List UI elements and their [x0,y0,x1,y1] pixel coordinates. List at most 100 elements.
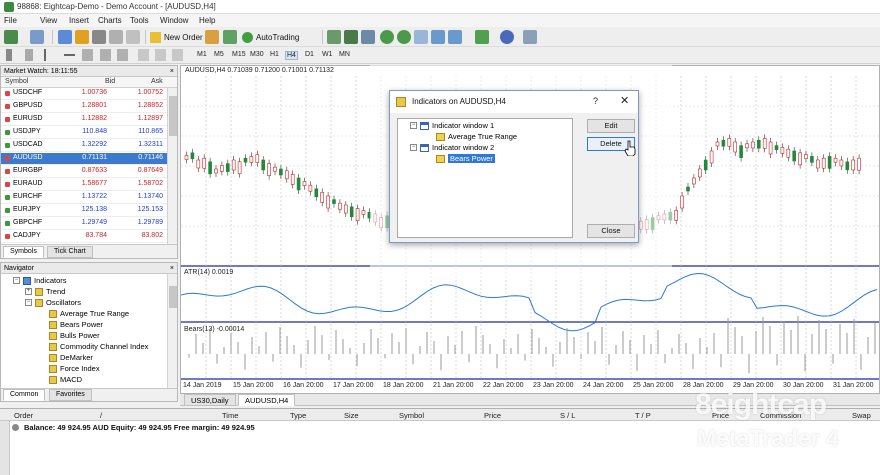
market-watch-scrollbar[interactable] [167,88,177,244]
close-icon[interactable]: × [170,66,174,77]
market-watch-row[interactable]: EURJPY 125.138 125.153 [1,205,167,217]
collapse-icon[interactable]: − [25,299,32,306]
market-watch-row[interactable]: CADJPY 83.784 83.802 [1,231,167,243]
terminal-icon[interactable] [109,30,123,44]
templates-icon[interactable] [523,30,537,44]
timeframe-h4[interactable]: H4 [285,51,298,60]
data-window-icon[interactable] [92,30,106,44]
autotrading-button[interactable]: AutoTrading [240,30,318,45]
nav-item-average-true-range[interactable]: Average True Range [49,309,129,320]
market-watch-row[interactable]: EURCHF 1.13722 1.13740 [1,192,167,204]
column-ask[interactable]: Ask [151,78,163,85]
indicators-icon[interactable] [475,30,489,44]
column-symbol[interactable]: Symbol [399,411,424,420]
column-bid[interactable]: Bid [105,78,115,85]
line-chart-icon[interactable] [361,30,375,44]
profiles-icon[interactable] [30,30,44,44]
new-order-button[interactable]: New Order [148,30,203,45]
market-watch-row[interactable]: EURGBP 0.87633 0.87649 [1,166,167,178]
periods-icon[interactable] [500,30,514,44]
arrows-icon[interactable] [172,49,183,61]
market-watch-row[interactable]: USDJPY 110.848 110.865 [1,127,167,139]
close-button[interactable]: Close [587,224,635,238]
candlesticks-icon[interactable] [344,30,358,44]
edit-button[interactable]: Edit [587,119,635,133]
menu-tools[interactable]: Tools [130,16,149,25]
menu-insert[interactable]: Insert [69,16,89,25]
tree-item-indicator-window-1[interactable]: − Indicator window 1 [410,121,494,132]
collapse-icon[interactable]: − [410,144,417,151]
timeframe-w1[interactable]: W1 [322,51,333,58]
nav-item-cci[interactable]: Commodity Channel Index [49,342,148,353]
vertical-line-icon[interactable] [44,49,46,61]
nav-item-bears-power[interactable]: Bears Power [49,320,103,331]
market-watch-row[interactable]: AUDUSD 0.71131 0.71146 [1,153,167,165]
market-watch-row[interactable]: GBPUSD 1.28801 1.28852 [1,101,167,113]
close-icon[interactable]: × [170,263,174,274]
timeframe-mn[interactable]: MN [339,51,350,58]
text-label-icon[interactable] [155,49,166,61]
horizontal-line-icon[interactable] [64,54,75,56]
fibonacci-icon[interactable] [117,49,128,61]
menu-help[interactable]: Help [199,16,215,25]
timeframe-m1[interactable]: M1 [197,51,207,58]
tree-item-average-true-range[interactable]: Average True Range [436,132,517,143]
tab-common[interactable]: Common [3,389,46,401]
column-size[interactable]: Size [344,411,359,420]
timeframe-h1[interactable]: H1 [270,51,279,58]
market-watch-row[interactable]: USDCAD 1.32292 1.32311 [1,140,167,152]
text-icon[interactable] [138,49,149,61]
menu-view[interactable]: View [40,16,57,25]
expand-icon[interactable]: + [25,288,32,295]
market-watch-icon[interactable] [58,30,72,44]
crosshair-icon[interactable] [25,49,33,61]
column-symbol[interactable]: Symbol [5,78,28,85]
tree-item-bears-power[interactable]: Bears Power [436,154,495,165]
market-watch-row[interactable]: GBPCHF 1.29749 1.29789 [1,218,167,230]
nav-item-oscillators[interactable]: − Oscillators [25,298,81,309]
timeframe-m15[interactable]: M15 [232,51,246,58]
column-price[interactable]: Price [484,411,501,420]
signals-icon[interactable] [223,30,237,44]
market-watch-row[interactable]: EURAUD 1.58677 1.58702 [1,179,167,191]
help-icon[interactable]: ? [593,96,598,106]
timeframe-d1[interactable]: D1 [305,51,314,58]
tab-favorites[interactable]: Favorites [49,389,92,401]
nav-item-demarker[interactable]: DeMarker [49,353,93,364]
tile-windows-icon[interactable] [414,30,428,44]
trendline-icon[interactable] [82,49,93,61]
new-chart-icon[interactable] [4,30,18,44]
collapse-icon[interactable]: − [13,277,20,284]
collapse-icon[interactable]: − [410,122,417,129]
nav-item-force-index[interactable]: Force Index [49,364,100,375]
zoom-in-icon[interactable] [380,30,394,44]
column-type[interactable]: Type [290,411,306,420]
strategy-tester-icon[interactable] [126,30,140,44]
timeframe-m5[interactable]: M5 [214,51,224,58]
tab-symbols[interactable]: Symbols [3,246,44,258]
metaeditor-icon[interactable] [205,30,219,44]
tab-us30-daily[interactable]: US30,Daily [184,394,236,406]
market-watch-row[interactable]: USDCHF 1.00736 1.00752 [1,88,167,100]
cursor-icon[interactable] [6,49,12,61]
navigator-scrollbar[interactable] [167,274,177,389]
column-sl[interactable]: S / L [560,411,575,420]
bar-chart-icon[interactable] [327,30,341,44]
chart-shift-icon[interactable] [431,30,445,44]
menu-file[interactable]: File [4,16,17,25]
nav-item-indicators[interactable]: − Indicators [13,276,67,287]
tab-tick-chart[interactable]: Tick Chart [47,246,93,258]
channel-icon[interactable] [100,49,111,61]
zoom-out-icon[interactable] [397,30,411,44]
column-tp[interactable]: T / P [635,411,651,420]
navigator-icon[interactable] [75,30,89,44]
market-watch-row[interactable]: EURUSD 1.12882 1.12897 [1,114,167,126]
column-order[interactable]: Order [14,411,33,420]
close-icon[interactable]: ✕ [620,94,629,107]
timeframe-m30[interactable]: M30 [250,51,264,58]
nav-item-trend[interactable]: + Trend [25,287,65,298]
tree-item-indicator-window-2[interactable]: − Indicator window 2 [410,143,494,154]
nav-item-bulls-power[interactable]: Bulls Power [49,331,100,342]
column-time[interactable]: Time [222,411,238,420]
menu-charts[interactable]: Charts [98,16,122,25]
